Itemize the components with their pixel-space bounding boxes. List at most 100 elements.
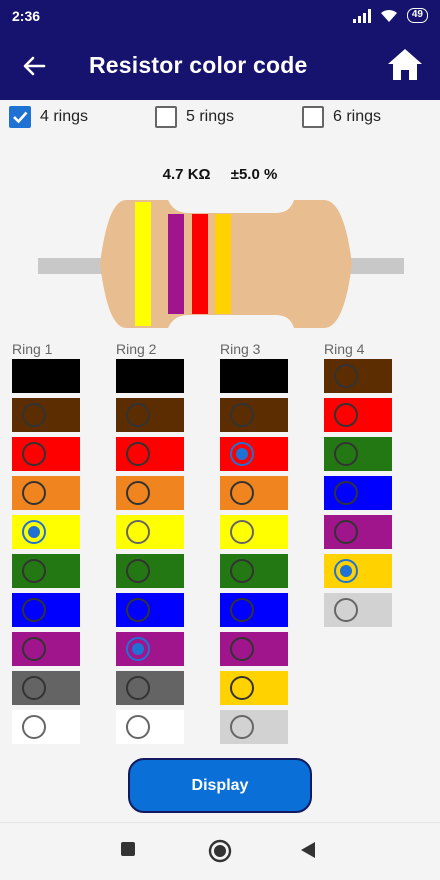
ring-1-color-option[interactable]	[12, 632, 80, 666]
back-arrow-icon[interactable]	[18, 50, 50, 82]
radio-button-icon[interactable]	[22, 598, 46, 622]
ring-1-color-option[interactable]	[12, 671, 80, 705]
radio-button-icon[interactable]	[126, 481, 150, 505]
radio-button-icon[interactable]	[230, 715, 254, 739]
checkbox-5-rings[interactable]: 5 rings	[155, 106, 234, 128]
radio-button-icon[interactable]	[230, 598, 254, 622]
result-value: 4.7 KΩ ±5.0 %	[0, 166, 440, 183]
checkbox-box[interactable]	[302, 106, 324, 128]
radio-button-icon[interactable]	[126, 676, 150, 700]
back-triangle-icon[interactable]	[300, 841, 316, 859]
radio-button-icon[interactable]	[334, 598, 358, 622]
checkbox-6-rings[interactable]: 6 rings	[302, 106, 381, 128]
ring-4-color-option[interactable]	[324, 554, 392, 588]
ring-2-color-option[interactable]	[116, 671, 184, 705]
check-icon	[13, 111, 28, 124]
resistor-band-4	[215, 214, 231, 314]
radio-button-icon[interactable]	[22, 715, 46, 739]
checkbox-box[interactable]	[9, 106, 31, 128]
radio-button-icon[interactable]	[230, 637, 254, 661]
ring-3-color-option[interactable]	[220, 632, 288, 666]
checkbox-label: 5 rings	[186, 108, 235, 125]
radio-button-icon[interactable]	[126, 598, 150, 622]
checkbox-4-rings[interactable]: 4 rings	[9, 106, 88, 128]
radio-button-icon[interactable]	[126, 520, 150, 544]
radio-button-icon[interactable]	[126, 403, 150, 427]
radio-button-icon[interactable]	[126, 637, 150, 661]
ring-2-color-option[interactable]	[116, 437, 184, 471]
checkbox-box[interactable]	[155, 106, 177, 128]
ring-2-color-option[interactable]	[116, 632, 184, 666]
radio-button-icon[interactable]	[334, 442, 358, 466]
radio-button-icon[interactable]	[334, 481, 358, 505]
battery-icon: 49	[406, 8, 428, 23]
ring-2-color-option[interactable]	[116, 515, 184, 549]
radio-button-icon[interactable]	[126, 559, 150, 583]
radio-button-icon[interactable]	[334, 520, 358, 544]
ring-3-color-option[interactable]	[220, 593, 288, 627]
recent-apps-icon[interactable]	[120, 841, 136, 857]
ring-3-color-option[interactable]	[220, 398, 288, 432]
ring-4-color-option[interactable]	[324, 593, 392, 627]
radio-button-icon[interactable]	[22, 442, 46, 466]
radio-button-icon[interactable]	[230, 403, 254, 427]
home-icon[interactable]	[386, 46, 424, 84]
resistance-value: 4.7 KΩ	[162, 166, 211, 183]
radio-button-icon[interactable]	[230, 559, 254, 583]
radio-button-icon[interactable]	[334, 559, 358, 583]
radio-button-icon[interactable]	[126, 715, 150, 739]
ring-4-color-option[interactable]	[324, 359, 392, 393]
ring-3-color-option[interactable]	[220, 554, 288, 588]
ring-3-color-option[interactable]	[220, 515, 288, 549]
ring-1-color-option[interactable]	[12, 554, 80, 588]
ring-1-color-option[interactable]	[12, 398, 80, 432]
ring-2-color-option[interactable]	[116, 710, 184, 744]
home-circle-icon[interactable]	[208, 839, 232, 863]
radio-button-icon[interactable]	[230, 520, 254, 544]
ring-4-color-option[interactable]	[324, 515, 392, 549]
ring-label-1: Ring 1	[12, 341, 53, 357]
radio-button-icon[interactable]	[126, 442, 150, 466]
ring-1-color-option[interactable]	[12, 710, 80, 744]
radio-button-icon[interactable]	[22, 559, 46, 583]
ring-3-color-option[interactable]	[220, 671, 288, 705]
radio-button-icon[interactable]	[230, 676, 254, 700]
radio-button-icon[interactable]	[230, 481, 254, 505]
ring-label-3: Ring 3	[220, 341, 261, 357]
resistor-band-1	[135, 202, 151, 326]
resistor-bands	[135, 202, 231, 326]
radio-button-icon[interactable]	[230, 442, 254, 466]
radio-button-icon[interactable]	[334, 403, 358, 427]
display-button[interactable]: Display	[128, 758, 312, 813]
ring-4-color-option[interactable]	[324, 476, 392, 510]
ring-2-color-option[interactable]	[116, 476, 184, 510]
ring-1-color-option[interactable]	[12, 476, 80, 510]
ring-1-color-option[interactable]	[12, 593, 80, 627]
radio-button-icon[interactable]	[22, 637, 46, 661]
radio-button-icon[interactable]	[22, 520, 46, 544]
ring-3-color-option[interactable]	[220, 437, 288, 471]
ring-2-color-option[interactable]	[116, 398, 184, 432]
ring-3-color-option[interactable]	[220, 359, 288, 393]
wifi-icon	[380, 9, 397, 22]
ring-2-color-option[interactable]	[116, 554, 184, 588]
radio-button-icon[interactable]	[22, 481, 46, 505]
status-time: 2:36	[12, 8, 41, 24]
ring-3-color-option[interactable]	[220, 710, 288, 744]
tolerance-value: ±5.0 %	[230, 166, 278, 183]
ring-1-color-option[interactable]	[12, 359, 80, 393]
checkbox-label: 6 rings	[333, 108, 382, 125]
signal-icon	[352, 8, 371, 23]
ring-label-4: Ring 4	[324, 341, 365, 357]
system-nav-bar	[0, 822, 440, 880]
ring-2-color-option[interactable]	[116, 359, 184, 393]
radio-button-icon[interactable]	[22, 403, 46, 427]
radio-button-icon[interactable]	[22, 676, 46, 700]
ring-1-color-option[interactable]	[12, 515, 80, 549]
ring-4-color-option[interactable]	[324, 437, 392, 471]
ring-2-color-option[interactable]	[116, 593, 184, 627]
ring-3-color-option[interactable]	[220, 476, 288, 510]
ring-4-color-option[interactable]	[324, 398, 392, 432]
ring-1-color-option[interactable]	[12, 437, 80, 471]
radio-button-icon[interactable]	[334, 364, 358, 388]
